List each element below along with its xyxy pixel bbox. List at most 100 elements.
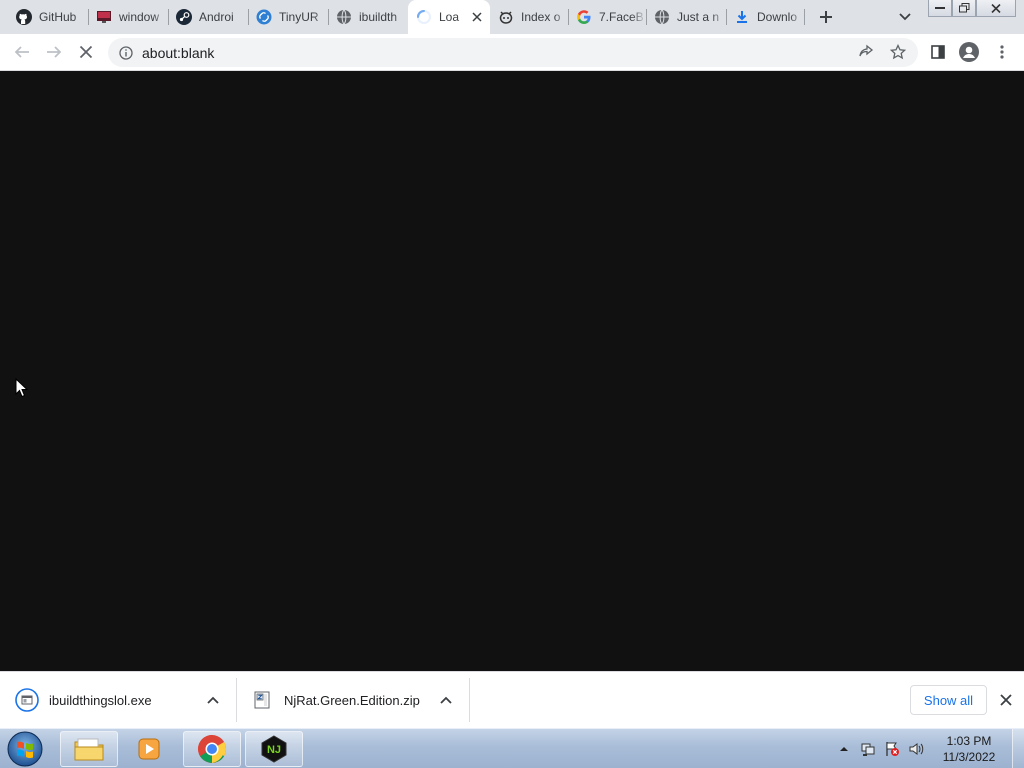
- share-button[interactable]: [856, 42, 876, 62]
- side-panel-button[interactable]: [928, 42, 948, 62]
- tab-title: window: [119, 10, 160, 24]
- profile-button[interactable]: [959, 42, 979, 62]
- chevron-up-icon[interactable]: [438, 692, 454, 708]
- download-separator: [236, 678, 237, 722]
- volume-icon[interactable]: [908, 741, 924, 757]
- window-controls: [928, 0, 1016, 18]
- google-icon: [576, 9, 592, 25]
- download-filename: ibuildthingslol.exe: [49, 692, 152, 708]
- address-url[interactable]: about:blank: [142, 45, 214, 61]
- download-item[interactable]: ibuildthingslol.exe: [15, 672, 235, 728]
- tab-just-a-moment[interactable]: Just a n: [646, 4, 726, 30]
- restore-button[interactable]: [952, 0, 976, 17]
- minimize-icon: [935, 7, 945, 9]
- show-hidden-icons-button[interactable]: [836, 741, 852, 757]
- windows-taskbar: NJ 1:03 PM 11/3/2022: [0, 728, 1024, 768]
- tab-download[interactable]: Downlo: [726, 4, 804, 30]
- tinyurl-icon: [256, 9, 272, 25]
- info-icon[interactable]: [118, 45, 134, 61]
- tray-expand-icon: [840, 747, 848, 751]
- browser-toolbar: about:blank: [0, 34, 1024, 71]
- start-button[interactable]: [5, 730, 45, 768]
- download-item[interactable]: NjRat.Green.Edition.zip: [250, 672, 468, 728]
- minimize-button[interactable]: [928, 0, 952, 17]
- tab-title: Androi: [199, 10, 234, 24]
- steam-icon: [176, 9, 192, 25]
- back-arrow-icon: [14, 46, 29, 58]
- forward-arrow-icon: [47, 46, 62, 58]
- tab-ibuildthings[interactable]: ibuildth: [328, 4, 408, 30]
- system-clock[interactable]: 1:03 PM 11/3/2022: [934, 733, 1004, 765]
- file-explorer-icon: [74, 738, 104, 761]
- taskbar-media-player[interactable]: [122, 731, 176, 767]
- tab-github[interactable]: GitHub: [8, 4, 88, 30]
- tab-title: TinyUR: [279, 10, 319, 24]
- chrome-icon: [198, 735, 226, 763]
- tab-title: GitHub: [39, 10, 77, 24]
- show-desktop-button[interactable]: [1012, 729, 1024, 768]
- tab-android[interactable]: Androi: [168, 4, 248, 30]
- bookmark-star-button[interactable]: [888, 42, 908, 62]
- tab-separator: [804, 9, 805, 25]
- njrat-icon: NJ: [261, 735, 287, 763]
- address-bar[interactable]: about:blank: [108, 38, 918, 67]
- network-icon[interactable]: [860, 741, 876, 757]
- windows-start-orb-icon: [7, 731, 43, 767]
- close-window-button[interactable]: [976, 0, 1016, 17]
- back-button[interactable]: [12, 42, 32, 62]
- taskbar-file-explorer[interactable]: [60, 731, 118, 767]
- svg-text:NJ: NJ: [267, 744, 281, 756]
- globe-icon: [336, 9, 352, 25]
- tab-title: Loa: [439, 10, 460, 24]
- browser-menu-button[interactable]: [992, 42, 1012, 62]
- close-download-shelf-button[interactable]: [997, 691, 1015, 709]
- clock-date: 11/3/2022: [942, 750, 996, 764]
- chevron-up-icon[interactable]: [205, 692, 221, 708]
- stop-icon: [79, 45, 93, 59]
- stop-loading-button[interactable]: [76, 42, 96, 62]
- github-octocat-icon: [498, 9, 514, 25]
- system-tray: 1:03 PM 11/3/2022: [832, 729, 1024, 768]
- download-separator: [469, 678, 470, 722]
- close-tab-icon[interactable]: [469, 9, 485, 25]
- action-center-flag-icon[interactable]: [884, 741, 900, 757]
- zip-file-icon: [250, 688, 274, 712]
- mouse-cursor-icon: [15, 377, 29, 403]
- download-shelf: ibuildthingslol.exe NjRat.Green.Edition.…: [0, 671, 1024, 728]
- media-player-icon: [138, 738, 160, 760]
- new-tab-button[interactable]: [815, 6, 837, 28]
- taskbar-chrome[interactable]: [183, 731, 241, 767]
- taskbar-njrat[interactable]: NJ: [245, 731, 303, 767]
- show-all-downloads-button[interactable]: Show all: [910, 685, 987, 715]
- close-icon: [1000, 694, 1012, 706]
- tab-title: Index o: [521, 10, 561, 24]
- side-panel-icon: [931, 45, 945, 59]
- share-icon: [859, 44, 874, 57]
- download-filename: NjRat.Green.Edition.zip: [284, 692, 420, 708]
- clock-time: 1:03 PM: [946, 734, 992, 748]
- tab-title: 7.FaceB: [599, 10, 644, 24]
- windows-site-icon: [96, 9, 112, 25]
- forward-button[interactable]: [44, 42, 64, 62]
- close-icon: [991, 3, 1001, 13]
- profile-avatar-icon: [959, 42, 979, 62]
- loading-spinner-icon: [416, 9, 432, 25]
- tab-tinyurl[interactable]: TinyUR: [248, 4, 328, 30]
- github-icon: [16, 9, 32, 25]
- tab-title: Downlo: [757, 10, 798, 24]
- exe-file-icon: [15, 688, 39, 712]
- tab-windows[interactable]: window: [88, 4, 168, 30]
- tab-strip: GitHub window Androi TinyUR ibuildth Loa: [0, 0, 1024, 34]
- tab-title: ibuildth: [359, 10, 398, 24]
- star-icon: [890, 44, 906, 60]
- tab-title: Just a n: [677, 10, 720, 24]
- tab-google-facebook[interactable]: 7.FaceB: [568, 4, 646, 30]
- tab-search-button[interactable]: [895, 7, 915, 27]
- globe-icon: [654, 9, 670, 25]
- tab-loading-active[interactable]: Loa: [408, 0, 490, 34]
- plus-icon: [820, 11, 832, 23]
- more-vert-icon: [1000, 45, 1004, 59]
- tab-index[interactable]: Index o: [490, 4, 568, 30]
- download-icon: [734, 9, 750, 25]
- page-content[interactable]: [0, 71, 1024, 671]
